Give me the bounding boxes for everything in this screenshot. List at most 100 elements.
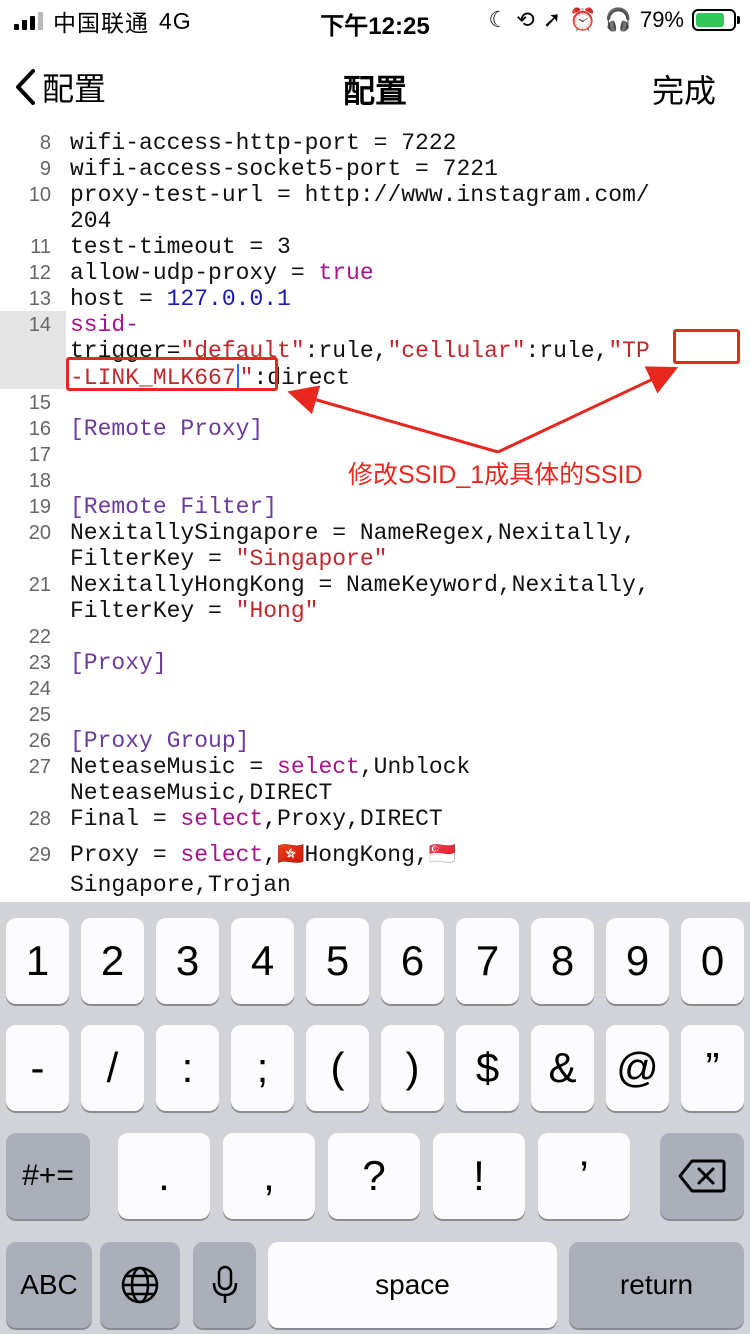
code-text: NeteaseMusic = select,Unblock <box>70 754 470 780</box>
code-text: test-timeout = 3 <box>70 234 291 260</box>
key-at[interactable]: @ <box>606 1025 669 1111</box>
navigation-bar: 配置 配置 完成 <box>0 44 750 124</box>
code-text: host = 127.0.0.1 <box>70 286 291 312</box>
line-number: 9 <box>39 158 51 180</box>
code-string: "cellular" <box>387 338 526 364</box>
microphone-icon <box>212 1265 237 1303</box>
code-text: NeteaseMusic,DIRECT <box>70 780 333 806</box>
return-key[interactable]: return <box>569 1242 744 1328</box>
line-number: 15 <box>28 392 51 414</box>
abc-key[interactable]: ABC <box>6 1242 92 1328</box>
key-comma[interactable]: , <box>223 1133 315 1219</box>
key-7[interactable]: 7 <box>456 918 519 1004</box>
numeric-keyboard: 1 2 3 4 5 6 7 8 9 0 - / : ; ( ) $ & @ ” … <box>0 902 750 1334</box>
line-number: 24 <box>28 678 51 700</box>
line-number: 16 <box>28 418 51 440</box>
key-dollar[interactable]: $ <box>456 1025 519 1111</box>
key-period[interactable]: . <box>118 1133 210 1219</box>
hong-kong-flag-icon: 🇭🇰 <box>277 842 305 867</box>
key-0[interactable]: 0 <box>681 918 744 1004</box>
line-number: 10 <box>28 184 51 206</box>
code-string: "TP <box>608 338 650 364</box>
line-number: 17 <box>28 444 51 466</box>
code-keyword: select <box>180 806 264 832</box>
key-more-symbols[interactable]: #+= <box>6 1133 90 1219</box>
code-text: wifi-access-http-port = 7222 <box>70 130 457 156</box>
code-plain: :rule, <box>525 338 609 364</box>
key-ampersand[interactable]: & <box>531 1025 594 1111</box>
code-key: NeteaseMusic = <box>70 754 278 780</box>
space-key[interactable]: space <box>268 1242 557 1328</box>
code-text: 204 <box>70 208 112 234</box>
highlight-box-ssid <box>66 357 278 391</box>
line-number: 11 <box>30 236 51 258</box>
globe-key[interactable] <box>100 1242 180 1328</box>
key-hyphen[interactable]: - <box>6 1025 69 1111</box>
code-text: Proxy = select,🇭🇰HongKong,🇸🇬 <box>70 842 456 868</box>
line-number: 26 <box>28 730 51 752</box>
code-plain: HongKong, <box>304 842 429 868</box>
key-colon[interactable]: : <box>156 1025 219 1111</box>
code-key: Final = <box>70 806 181 832</box>
code-boolean: true <box>318 260 374 286</box>
key-quote[interactable]: ” <box>681 1025 744 1111</box>
line-number: 22 <box>28 626 51 648</box>
key-5[interactable]: 5 <box>306 918 369 1004</box>
battery-level-fill <box>696 13 725 27</box>
key-semicolon[interactable]: ; <box>231 1025 294 1111</box>
code-text: FilterKey = "Hong" <box>70 598 318 624</box>
globe-icon <box>121 1266 159 1304</box>
code-plain: , <box>263 842 278 868</box>
code-text: NexitallySingapore = NameRegex,Nexitally… <box>70 520 636 546</box>
code-section: [Remote Proxy] <box>70 416 264 442</box>
backspace-icon <box>678 1159 726 1193</box>
page-title: 配置 <box>342 73 407 109</box>
dictation-key[interactable] <box>193 1242 256 1328</box>
line-number: 19 <box>28 496 51 518</box>
line-number: 20 <box>28 522 51 544</box>
key-4[interactable]: 4 <box>231 918 294 1004</box>
alarm-icon: ⏰ <box>569 7 597 32</box>
code-number: 127.0.0.1 <box>166 286 291 312</box>
key-question[interactable]: ? <box>328 1133 420 1219</box>
key-slash[interactable]: / <box>81 1025 144 1111</box>
code-text: allow-udp-proxy = true <box>70 260 374 286</box>
line-number: 14 <box>28 314 51 336</box>
line-number: 21 <box>28 574 51 596</box>
battery-charging-icon <box>692 9 740 31</box>
line-number: 13 <box>28 288 51 310</box>
code-text: NexitallyHongKong = NameKeyword,Nexitall… <box>70 572 650 598</box>
highlight-box-tp <box>673 329 740 364</box>
code-section: [Proxy] <box>70 650 167 676</box>
key-9[interactable]: 9 <box>606 918 669 1004</box>
key-8[interactable]: 8 <box>531 918 594 1004</box>
code-string: "Hong" <box>235 598 319 624</box>
line-number: 8 <box>39 132 51 154</box>
done-button[interactable]: 完成 <box>652 66 716 112</box>
code-string: "Singapore" <box>235 546 388 572</box>
backspace-key[interactable] <box>660 1133 744 1219</box>
headphones-icon: 🎧 <box>604 7 632 32</box>
key-1[interactable]: 1 <box>6 918 69 1004</box>
key-apostrophe[interactable]: ’ <box>538 1133 630 1219</box>
status-right: ☾ ⟲ ➚ ⏰ 🎧 79% <box>488 6 740 34</box>
code-keyword: select <box>180 842 264 868</box>
key-3[interactable]: 3 <box>156 918 219 1004</box>
code-text: ssid- <box>70 312 140 338</box>
key-exclamation[interactable]: ! <box>433 1133 525 1219</box>
key-2[interactable]: 2 <box>81 918 144 1004</box>
key-6[interactable]: 6 <box>381 918 444 1004</box>
battery-percent: 79% <box>639 7 684 32</box>
annotation-text: 修改SSID_1成具体的SSID <box>348 461 643 489</box>
key-close-paren[interactable]: ) <box>381 1025 444 1111</box>
orientation-lock-icon: ⟲ <box>516 7 535 32</box>
config-editor[interactable]: 8 wifi-access-http-port = 7222 9 wifi-ac… <box>0 126 750 902</box>
code-text: wifi-access-socket5-port = 7221 <box>70 156 498 182</box>
location-arrow-icon: ➚ <box>542 7 562 32</box>
moon-icon: ☾ <box>488 7 509 32</box>
line-number: 23 <box>28 652 51 674</box>
key-open-paren[interactable]: ( <box>306 1025 369 1111</box>
code-text: proxy-test-url = http://www.instagram.co… <box>70 182 650 208</box>
code-plain: :rule, <box>304 338 388 364</box>
code-text: Final = select,Proxy,DIRECT <box>70 806 443 832</box>
